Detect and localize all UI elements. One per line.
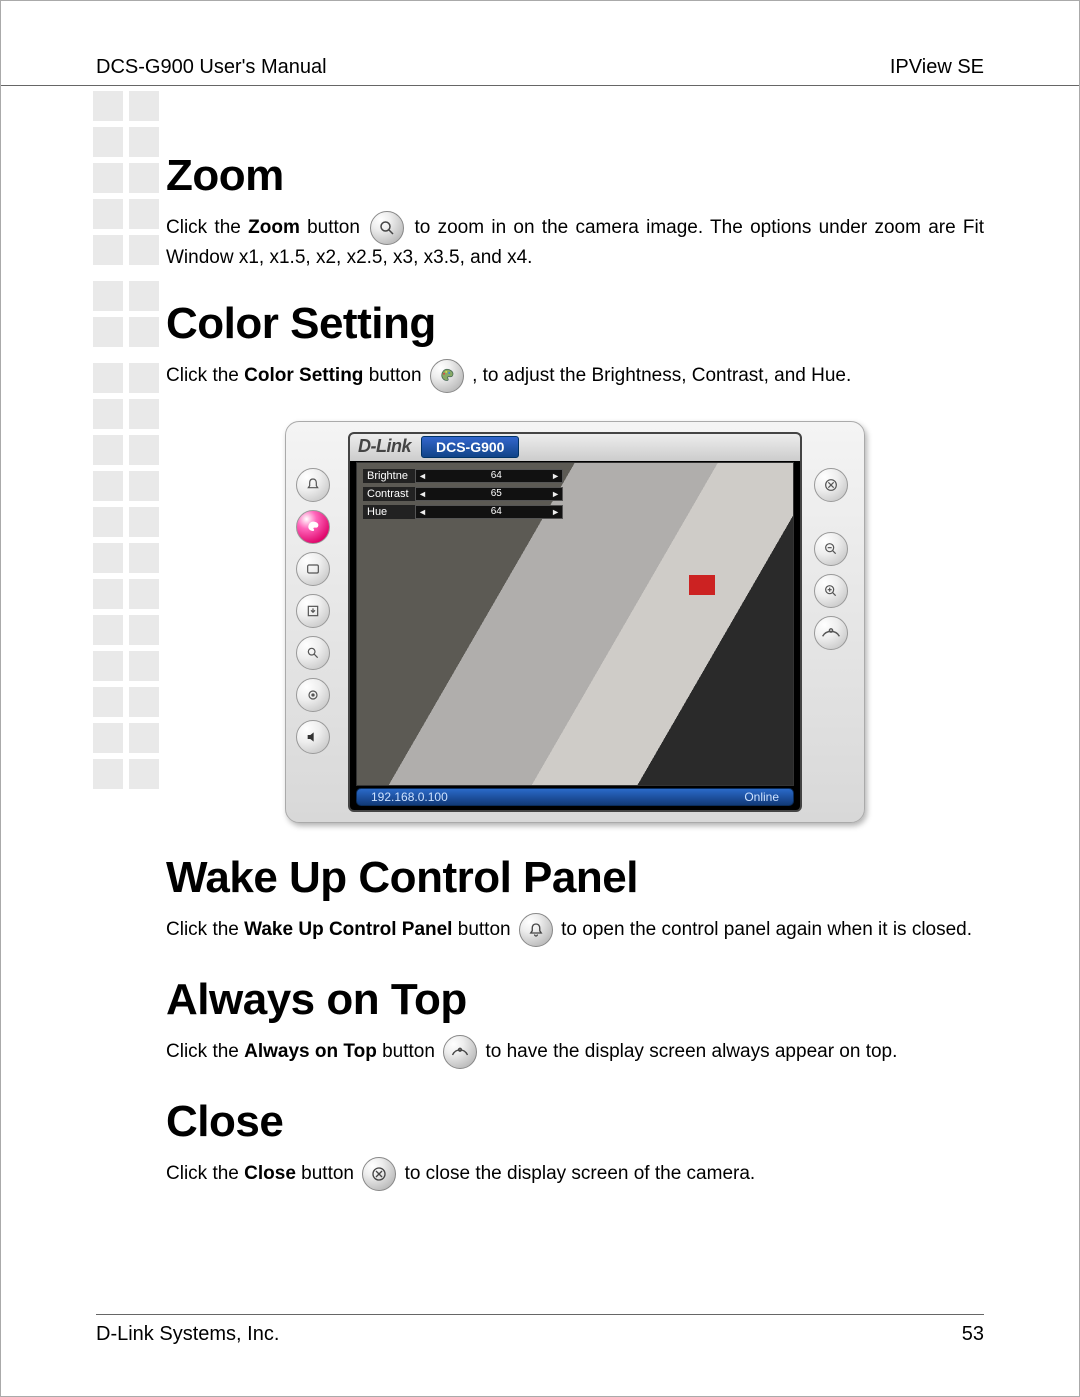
- search-button[interactable]: [296, 636, 330, 670]
- left-toolbar: [296, 432, 342, 812]
- brightness-slider[interactable]: Brightne ◄64►: [363, 469, 563, 483]
- right-toolbar: [808, 432, 854, 812]
- save-button[interactable]: [296, 594, 330, 628]
- page-number: 53: [962, 1323, 984, 1346]
- exit-sign: [689, 575, 715, 595]
- wake-paragraph: Click the Wake Up Control Panel button t…: [166, 913, 984, 947]
- connection-status: Online: [744, 790, 779, 804]
- status-bar: 192.168.0.100 Online: [356, 788, 794, 806]
- zoom-out-button[interactable]: [814, 532, 848, 566]
- close-button[interactable]: [814, 468, 848, 502]
- close-heading: Close: [166, 1097, 984, 1147]
- zoom-in-button[interactable]: [814, 574, 848, 608]
- wake-up-icon: [519, 913, 553, 947]
- zoom-paragraph: Click the Zoom button to zoom in on the …: [166, 211, 984, 271]
- record-button[interactable]: [296, 678, 330, 712]
- wake-heading: Wake Up Control Panel: [166, 853, 984, 903]
- bell-button[interactable]: [296, 468, 330, 502]
- color-button[interactable]: [296, 510, 330, 544]
- always-on-top-heading: Always on Top: [166, 975, 984, 1025]
- ip-address: 192.168.0.100: [371, 790, 448, 804]
- zoom-heading: Zoom: [166, 151, 984, 201]
- header-left: DCS-G900 User's Manual: [96, 56, 327, 79]
- close-paragraph: Click the Close button to close the disp…: [166, 1157, 984, 1191]
- model-tag: DCS-G900: [421, 436, 519, 458]
- color-setting-icon: [430, 359, 464, 393]
- camera-image: Brightne ◄64► Contrast ◄65► Hue ◄64►: [356, 462, 794, 786]
- color-heading: Color Setting: [166, 299, 984, 349]
- always-on-top-icon: [443, 1035, 477, 1069]
- contrast-slider[interactable]: Contrast ◄65►: [363, 487, 563, 501]
- header-right: IPView SE: [890, 56, 984, 79]
- footer-company: D-Link Systems, Inc.: [96, 1323, 279, 1346]
- color-paragraph: Click the Color Setting button , to adju…: [166, 359, 984, 393]
- sound-button[interactable]: [296, 720, 330, 754]
- decorative-squares: [93, 91, 163, 795]
- camera-viewer: D-Link DCS-G900 Brightne ◄64► Contrast ◄…: [348, 432, 802, 812]
- brand-label: D-Link: [358, 436, 411, 457]
- close-icon: [362, 1157, 396, 1191]
- always-on-top-button[interactable]: [814, 616, 848, 650]
- always-on-top-paragraph: Click the Always on Top button to have t…: [166, 1035, 984, 1069]
- ipview-app-window: D-Link DCS-G900 Brightne ◄64► Contrast ◄…: [285, 421, 865, 823]
- hue-slider[interactable]: Hue ◄64►: [363, 505, 563, 519]
- view-button[interactable]: [296, 552, 330, 586]
- zoom-icon: [370, 211, 404, 245]
